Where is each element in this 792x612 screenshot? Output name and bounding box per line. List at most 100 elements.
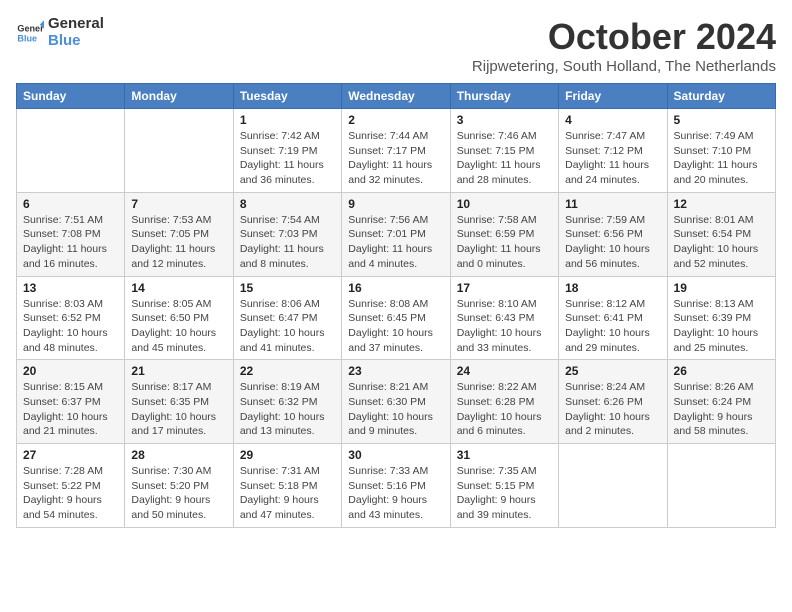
day-number: 28 bbox=[131, 448, 226, 462]
day-info: Sunrise: 7:58 AMSunset: 6:59 PMDaylight:… bbox=[457, 213, 552, 272]
week-row-4: 20 Sunrise: 8:15 AMSunset: 6:37 PMDayligh… bbox=[17, 360, 776, 444]
calendar-cell: 29 Sunrise: 7:31 AMSunset: 5:18 PMDayligh… bbox=[233, 444, 341, 528]
day-number: 30 bbox=[348, 448, 443, 462]
day-info: Sunrise: 7:49 AMSunset: 7:10 PMDaylight:… bbox=[674, 129, 769, 188]
day-info: Sunrise: 7:35 AMSunset: 5:15 PMDaylight:… bbox=[457, 464, 552, 523]
calendar-cell: 17Sunrise: 8:10 AMSunset: 6:43 PMDayligh… bbox=[450, 276, 558, 360]
calendar-cell: 27 Sunrise: 7:28 AMSunset: 5:22 PMDayligh… bbox=[17, 444, 125, 528]
day-number: 29 bbox=[240, 448, 335, 462]
day-number: 23 bbox=[348, 364, 443, 378]
day-number: 3 bbox=[457, 113, 552, 127]
day-info: Sunrise: 8:19 AMSunset: 6:32 PMDaylight:… bbox=[240, 380, 335, 439]
day-info: Sunrise: 7:59 AMSunset: 6:56 PMDaylight:… bbox=[565, 213, 660, 272]
day-number: 13 bbox=[23, 281, 118, 295]
calendar-cell: 7 Sunrise: 7:53 AMSunset: 7:05 PMDaylight… bbox=[125, 192, 233, 276]
calendar-cell: 19 Sunrise: 8:13 AMSunset: 6:39 PMDayligh… bbox=[667, 276, 775, 360]
day-info: Sunrise: 8:15 AMSunset: 6:37 PMDaylight:… bbox=[23, 380, 118, 439]
day-number: 6 bbox=[23, 197, 118, 211]
logo-line2: Blue bbox=[48, 33, 104, 50]
day-info: Sunrise: 8:21 AMSunset: 6:30 PMDaylight:… bbox=[348, 380, 443, 439]
svg-text:Blue: Blue bbox=[17, 33, 37, 43]
weekday-header-friday: Friday bbox=[559, 84, 667, 109]
day-info: Sunrise: 7:28 AMSunset: 5:22 PMDaylight:… bbox=[23, 464, 118, 523]
day-number: 19 bbox=[674, 281, 769, 295]
calendar-cell: 13Sunrise: 8:03 AMSunset: 6:52 PMDayligh… bbox=[17, 276, 125, 360]
day-info: Sunrise: 7:46 AMSunset: 7:15 PMDaylight:… bbox=[457, 129, 552, 188]
day-info: Sunrise: 7:44 AMSunset: 7:17 PMDaylight:… bbox=[348, 129, 443, 188]
logo-icon: General Blue bbox=[16, 19, 44, 47]
day-number: 20 bbox=[23, 364, 118, 378]
calendar-cell: 26 Sunrise: 8:26 AMSunset: 6:24 PMDayligh… bbox=[667, 360, 775, 444]
weekday-header-row: SundayMondayTuesdayWednesdayThursdayFrid… bbox=[17, 84, 776, 109]
calendar-cell: 21Sunrise: 8:17 AMSunset: 6:35 PMDayligh… bbox=[125, 360, 233, 444]
calendar-cell: 22 Sunrise: 8:19 AMSunset: 6:32 PMDayligh… bbox=[233, 360, 341, 444]
day-number: 21 bbox=[131, 364, 226, 378]
day-number: 16 bbox=[348, 281, 443, 295]
day-info: Sunrise: 8:01 AMSunset: 6:54 PMDaylight:… bbox=[674, 213, 769, 272]
calendar-cell: 11 Sunrise: 7:59 AMSunset: 6:56 PMDayligh… bbox=[559, 192, 667, 276]
month-title: October 2024 bbox=[472, 16, 776, 58]
day-number: 27 bbox=[23, 448, 118, 462]
weekday-header-monday: Monday bbox=[125, 84, 233, 109]
day-number: 8 bbox=[240, 197, 335, 211]
calendar-cell: 8Sunrise: 7:54 AMSunset: 7:03 PMDaylight… bbox=[233, 192, 341, 276]
calendar-cell: 30Sunrise: 7:33 AMSunset: 5:16 PMDayligh… bbox=[342, 444, 450, 528]
calendar-cell bbox=[667, 444, 775, 528]
day-number: 10 bbox=[457, 197, 552, 211]
header: General Blue General Blue October 2024 R… bbox=[16, 16, 776, 75]
day-info: Sunrise: 7:42 AMSunset: 7:19 PMDaylight:… bbox=[240, 129, 335, 188]
calendar-cell: 28Sunrise: 7:30 AMSunset: 5:20 PMDayligh… bbox=[125, 444, 233, 528]
day-info: Sunrise: 8:08 AMSunset: 6:45 PMDaylight:… bbox=[348, 297, 443, 356]
calendar-cell bbox=[17, 109, 125, 193]
calendar-cell: 16 Sunrise: 8:08 AMSunset: 6:45 PMDayligh… bbox=[342, 276, 450, 360]
calendar-cell: 23 Sunrise: 8:21 AMSunset: 6:30 PMDayligh… bbox=[342, 360, 450, 444]
day-number: 9 bbox=[348, 197, 443, 211]
weekday-header-wednesday: Wednesday bbox=[342, 84, 450, 109]
day-number: 17 bbox=[457, 281, 552, 295]
day-info: Sunrise: 8:26 AMSunset: 6:24 PMDaylight:… bbox=[674, 380, 769, 439]
day-info: Sunrise: 7:31 AMSunset: 5:18 PMDaylight:… bbox=[240, 464, 335, 523]
day-number: 14 bbox=[131, 281, 226, 295]
calendar-cell: 31 Sunrise: 7:35 AMSunset: 5:15 PMDayligh… bbox=[450, 444, 558, 528]
week-row-2: 6 Sunrise: 7:51 AMSunset: 7:08 PMDaylight… bbox=[17, 192, 776, 276]
calendar-cell: 6 Sunrise: 7:51 AMSunset: 7:08 PMDaylight… bbox=[17, 192, 125, 276]
calendar-cell: 10 Sunrise: 7:58 AMSunset: 6:59 PMDayligh… bbox=[450, 192, 558, 276]
calendar-table: SundayMondayTuesdayWednesdayThursdayFrid… bbox=[16, 83, 776, 528]
day-number: 7 bbox=[131, 197, 226, 211]
day-number: 31 bbox=[457, 448, 552, 462]
week-row-5: 27 Sunrise: 7:28 AMSunset: 5:22 PMDayligh… bbox=[17, 444, 776, 528]
day-number: 26 bbox=[674, 364, 769, 378]
day-number: 24 bbox=[457, 364, 552, 378]
day-info: Sunrise: 8:06 AMSunset: 6:47 PMDaylight:… bbox=[240, 297, 335, 356]
day-number: 5 bbox=[674, 113, 769, 127]
day-info: Sunrise: 8:22 AMSunset: 6:28 PMDaylight:… bbox=[457, 380, 552, 439]
day-number: 11 bbox=[565, 197, 660, 211]
weekday-header-thursday: Thursday bbox=[450, 84, 558, 109]
day-info: Sunrise: 8:24 AMSunset: 6:26 PMDaylight:… bbox=[565, 380, 660, 439]
weekday-header-sunday: Sunday bbox=[17, 84, 125, 109]
calendar-cell: 9 Sunrise: 7:56 AMSunset: 7:01 PMDaylight… bbox=[342, 192, 450, 276]
day-info: Sunrise: 8:05 AMSunset: 6:50 PMDaylight:… bbox=[131, 297, 226, 356]
calendar-cell: 18Sunrise: 8:12 AMSunset: 6:41 PMDayligh… bbox=[559, 276, 667, 360]
week-row-1: 1 Sunrise: 7:42 AMSunset: 7:19 PMDaylight… bbox=[17, 109, 776, 193]
day-info: Sunrise: 7:56 AMSunset: 7:01 PMDaylight:… bbox=[348, 213, 443, 272]
day-number: 2 bbox=[348, 113, 443, 127]
day-info: Sunrise: 8:13 AMSunset: 6:39 PMDaylight:… bbox=[674, 297, 769, 356]
day-info: Sunrise: 7:53 AMSunset: 7:05 PMDaylight:… bbox=[131, 213, 226, 272]
weekday-header-tuesday: Tuesday bbox=[233, 84, 341, 109]
calendar-cell bbox=[559, 444, 667, 528]
day-info: Sunrise: 7:51 AMSunset: 7:08 PMDaylight:… bbox=[23, 213, 118, 272]
day-number: 1 bbox=[240, 113, 335, 127]
week-row-3: 13Sunrise: 8:03 AMSunset: 6:52 PMDayligh… bbox=[17, 276, 776, 360]
calendar-cell: 20 Sunrise: 8:15 AMSunset: 6:37 PMDayligh… bbox=[17, 360, 125, 444]
svg-text:General: General bbox=[17, 23, 44, 33]
calendar-cell: 3 Sunrise: 7:46 AMSunset: 7:15 PMDaylight… bbox=[450, 109, 558, 193]
calendar-cell: 24 Sunrise: 8:22 AMSunset: 6:28 PMDayligh… bbox=[450, 360, 558, 444]
day-number: 22 bbox=[240, 364, 335, 378]
calendar-cell: 2 Sunrise: 7:44 AMSunset: 7:17 PMDaylight… bbox=[342, 109, 450, 193]
calendar-cell: 25Sunrise: 8:24 AMSunset: 6:26 PMDayligh… bbox=[559, 360, 667, 444]
day-info: Sunrise: 8:12 AMSunset: 6:41 PMDaylight:… bbox=[565, 297, 660, 356]
location-title: Rijpwetering, South Holland, The Netherl… bbox=[472, 58, 776, 75]
day-info: Sunrise: 7:47 AMSunset: 7:12 PMDaylight:… bbox=[565, 129, 660, 188]
logo-line1: General bbox=[48, 16, 104, 33]
